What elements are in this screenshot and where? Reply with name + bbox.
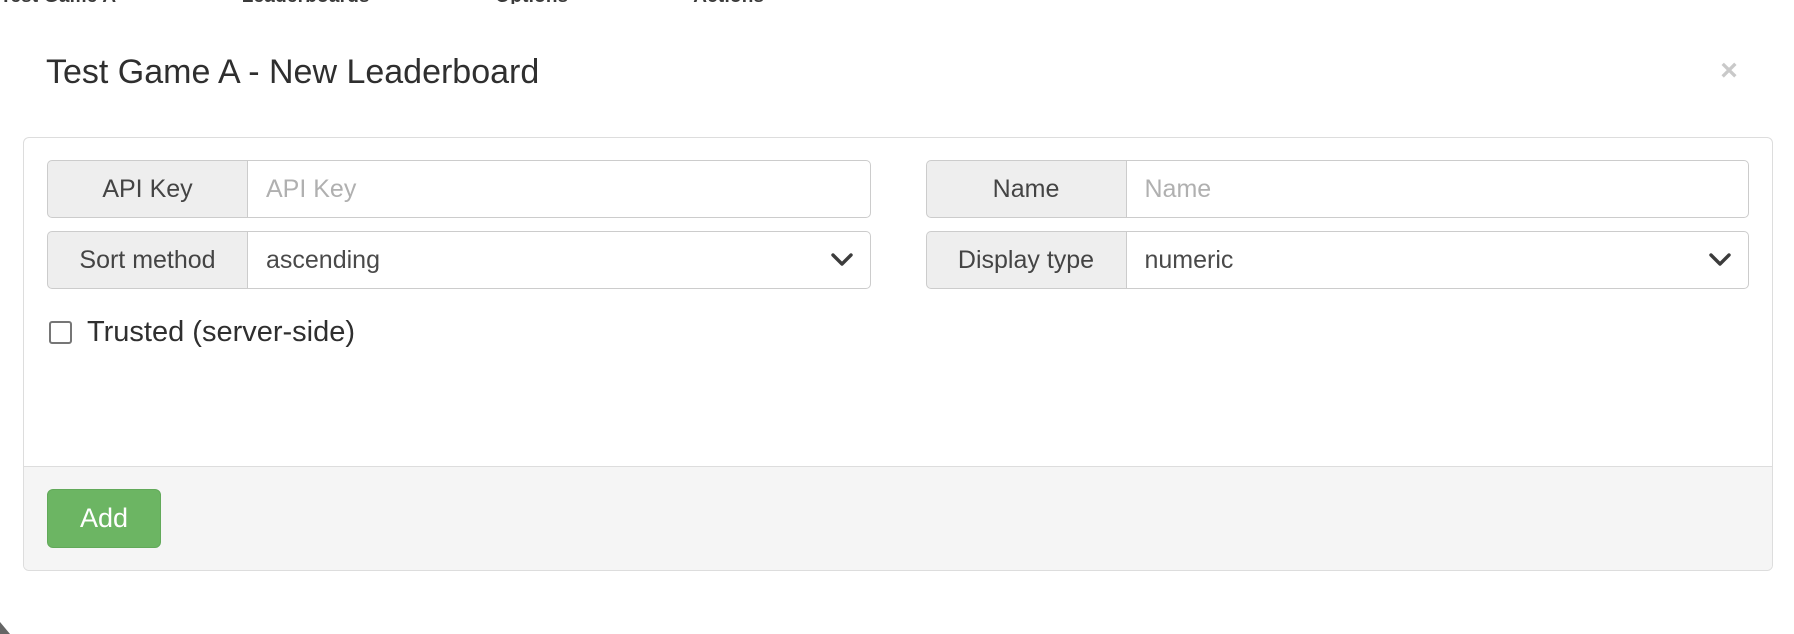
- sort-method-label: Sort method: [47, 231, 247, 289]
- display-type-label: Display type: [925, 231, 1126, 289]
- name-label: Name: [925, 160, 1126, 218]
- trusted-checkbox-row: Trusted (server-side): [47, 316, 1749, 349]
- add-button[interactable]: Add: [47, 489, 162, 549]
- display-type-select[interactable]: numeric: [1125, 231, 1749, 289]
- display-type-select-wrap: numeric: [1125, 231, 1749, 289]
- trusted-checkbox-label: Trusted (server-side): [87, 316, 356, 348]
- sort-method-field-group: Sort method ascending: [47, 231, 871, 289]
- sort-method-select-wrap: ascending: [247, 231, 871, 289]
- sort-method-input-group: Sort method ascending: [47, 231, 871, 289]
- panel-footer: Add: [24, 466, 1772, 570]
- display-type-input-group: Display type numeric: [925, 231, 1749, 289]
- panel-body: API Key Name Sort method: [24, 138, 1772, 467]
- api-key-field-group: API Key: [47, 160, 871, 218]
- leaderboard-form-panel: API Key Name Sort method: [23, 137, 1773, 571]
- name-field-group: Name: [925, 160, 1749, 218]
- display-type-field-group: Display type numeric: [925, 231, 1749, 289]
- trusted-checkbox[interactable]: [49, 321, 72, 344]
- api-key-input[interactable]: [247, 160, 871, 218]
- page-title: Test Game A - New Leaderboard: [46, 53, 540, 91]
- form-row-2: Sort method ascending Display type numer…: [47, 231, 1749, 289]
- name-input-group: Name: [925, 160, 1749, 218]
- close-icon[interactable]: ×: [1712, 54, 1746, 88]
- api-key-label: API Key: [47, 160, 247, 218]
- cursor-artifact: [0, 622, 10, 634]
- name-input[interactable]: [1125, 160, 1749, 218]
- form-row-1: API Key Name: [47, 160, 1749, 218]
- modal-header: Test Game A - New Leaderboard ×: [0, 4, 1794, 120]
- api-key-input-group: API Key: [47, 160, 871, 218]
- new-leaderboard-modal: Test Game A - New Leaderboard × API Key …: [0, 4, 1794, 600]
- sort-method-select[interactable]: ascending: [247, 231, 871, 289]
